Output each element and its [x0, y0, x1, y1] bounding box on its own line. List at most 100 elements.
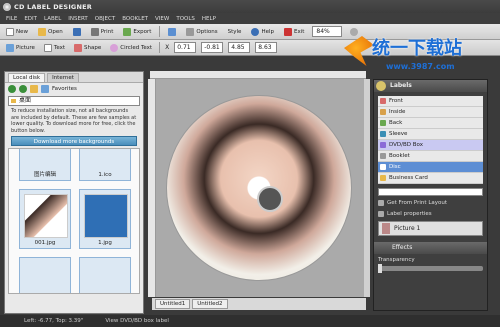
menu-view[interactable]: VIEW [155, 16, 169, 22]
picture-selector[interactable]: Picture 1 [378, 221, 483, 236]
height-field[interactable]: 8.63 [255, 42, 278, 53]
thumbnail-item[interactable] [79, 257, 131, 293]
help-button[interactable]: Help [249, 26, 276, 38]
labels-icon [376, 81, 386, 91]
label-props-label: Label properties [387, 211, 432, 217]
get-from-label: Get From Print Layout [387, 200, 448, 206]
info-text: To reduce installation size, not all bac… [11, 108, 137, 134]
dvd-box-icon [380, 142, 386, 148]
export-button[interactable]: Export [121, 26, 153, 38]
effects-header[interactable]: Effects [374, 242, 487, 254]
menu-label[interactable]: LABEL [44, 16, 61, 22]
options-button[interactable]: Options [184, 26, 219, 38]
open-label: Open [48, 28, 63, 35]
y-field[interactable]: -0.81 [201, 42, 224, 53]
label-name: Sleeve [389, 131, 408, 137]
exit-button[interactable]: Exit [282, 26, 306, 38]
forward-icon[interactable] [19, 85, 27, 93]
tab-untitled1[interactable]: Untitled1 [155, 299, 191, 309]
backgrounds-panel: Local disk Internet Favorites 桌面 To redu… [4, 71, 144, 314]
menu-insert[interactable]: INSERT [68, 16, 87, 22]
thumbnail-caption: 1.ico [98, 172, 112, 178]
width-field[interactable]: 4.85 [228, 42, 251, 53]
folder-select[interactable]: 桌面 [8, 96, 140, 106]
help-label: Help [261, 28, 274, 35]
thumbnail-item[interactable]: 1.ico [79, 149, 131, 181]
undo-button[interactable] [166, 26, 178, 38]
circled-text-label: Circled Text [120, 44, 153, 51]
favorites-button[interactable]: Favorites [52, 86, 77, 92]
export-label: Export [133, 28, 152, 35]
x-field[interactable]: 0.71 [174, 42, 197, 53]
watermark-url: www.3987.com [386, 62, 455, 71]
shape-button[interactable]: Shape [72, 42, 103, 54]
watermark-title: 统一下载站 [372, 38, 462, 59]
label-item-dvd-box[interactable]: DVD/BD Box [378, 140, 483, 151]
download-backgrounds-button[interactable]: Download more backgrounds [11, 136, 137, 146]
label-properties-link[interactable]: Label properties [378, 209, 483, 219]
menu-booklet[interactable]: BOOKLET [122, 16, 148, 22]
text-button[interactable]: Text [42, 42, 67, 54]
menu-bar: FILE EDIT LABEL INSERT OBJECT BOOKLET VI… [0, 13, 500, 24]
shape-label: Shape [84, 44, 102, 51]
picture-button[interactable]: Picture [4, 42, 37, 54]
thumbnail-item[interactable]: 图片编辑 [19, 149, 71, 181]
label-item-sleeve[interactable]: Sleeve [378, 129, 483, 140]
folder-icon [38, 27, 46, 36]
label-item-back[interactable]: Back [378, 118, 483, 129]
save-icon [72, 27, 81, 36]
properties-icon [378, 211, 384, 217]
thumbnail-item[interactable]: 001.jpg [19, 189, 71, 249]
tab-untitled2[interactable]: Untitled2 [192, 299, 228, 309]
thumbnail-item[interactable]: 1.jpg [79, 189, 131, 249]
label-item-business-card[interactable]: Business Card [378, 173, 483, 184]
shape-icon [74, 43, 83, 52]
style-button[interactable]: Style [226, 26, 244, 38]
x-label: X [165, 44, 170, 51]
label-dropdown[interactable] [378, 188, 483, 196]
menu-help[interactable]: HELP [202, 16, 216, 22]
label-name: Back [389, 120, 403, 126]
tab-local-disk[interactable]: Local disk [8, 73, 46, 82]
transparency-slider[interactable] [378, 264, 483, 273]
canvas-scrollbar[interactable] [364, 79, 370, 297]
get-from-print-layout-link[interactable]: Get From Print Layout [378, 198, 483, 208]
new-label: New [16, 28, 28, 35]
gear-icon [186, 27, 195, 36]
label-name: DVD/BD Box [389, 142, 423, 148]
print-button[interactable]: Print [89, 26, 116, 38]
disc-label[interactable] [166, 95, 352, 281]
label-name: Business Card [389, 175, 428, 181]
label-item-disc[interactable]: Disc [378, 162, 483, 173]
folder-up-icon[interactable] [30, 85, 38, 93]
help-icon [251, 27, 260, 36]
label-item-inside[interactable]: Inside [378, 107, 483, 118]
label-name: Inside [389, 109, 406, 115]
menu-edit[interactable]: EDIT [24, 16, 37, 22]
menu-file[interactable]: FILE [6, 16, 17, 22]
back-icon[interactable] [8, 85, 16, 93]
zoom-field[interactable]: 84% [312, 26, 343, 37]
circled-text-button[interactable]: Circled Text [108, 42, 154, 54]
view-icon[interactable] [41, 85, 49, 93]
menu-object[interactable]: OBJECT [95, 16, 115, 22]
design-canvas[interactable] [156, 79, 364, 297]
label-list: Front Inside Back Sleeve DVD/BD Box Book… [378, 96, 483, 184]
save-button[interactable] [71, 26, 83, 38]
tab-internet[interactable]: Internet [47, 73, 79, 82]
thumbnail-item[interactable] [19, 257, 71, 293]
thumbnail-grid: 图片编辑 1.ico 001.jpg 1.jpg [8, 148, 140, 294]
print-label: Print [100, 28, 114, 35]
picture-name: Picture 1 [394, 225, 421, 232]
labels-title: Labels [390, 82, 412, 89]
app-disc-icon [3, 2, 11, 11]
new-doc-icon [6, 27, 14, 36]
new-button[interactable]: New [4, 26, 30, 38]
slider-handle[interactable] [378, 264, 382, 273]
label-item-booklet[interactable]: Booklet [378, 151, 483, 162]
menu-tools[interactable]: TOOLS [176, 16, 195, 22]
text-icon [43, 43, 52, 52]
vertical-ruler [148, 79, 156, 297]
label-item-front[interactable]: Front [378, 96, 483, 107]
open-button[interactable]: Open [36, 26, 65, 38]
